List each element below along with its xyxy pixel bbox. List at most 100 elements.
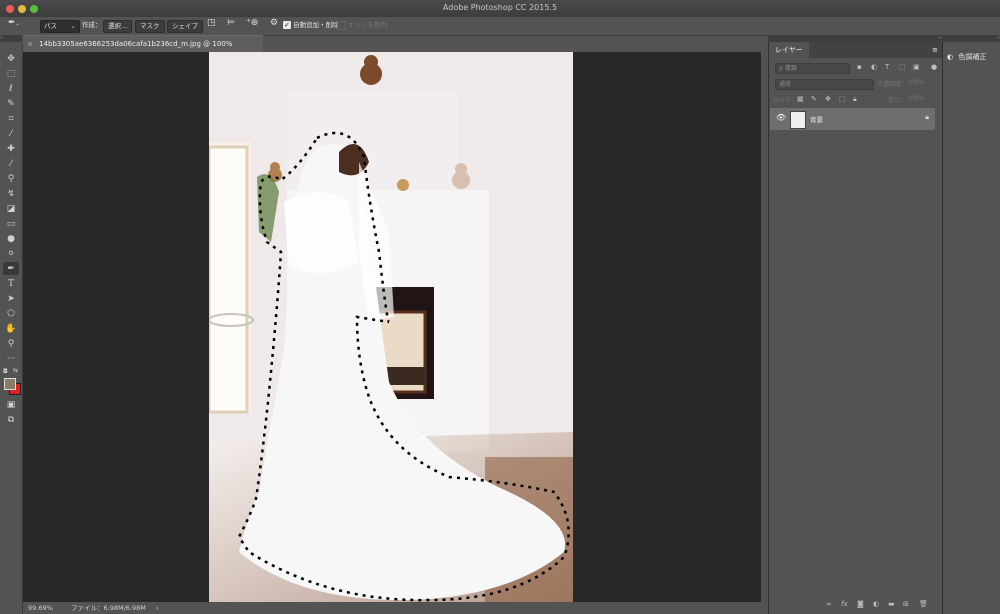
tools-panel: ✥ ⬚ ℓ ✎ ⌗ ⁄ ✚ ⁄ ⚲ ↯ ◪ ▭ ● ⚪ ✒ T ➤ ⬠ ✋ ⚲ …: [0, 44, 23, 614]
gradient-tool-icon[interactable]: ▭: [3, 217, 19, 230]
shape-tool-icon[interactable]: ⬠: [3, 307, 19, 320]
new-group-icon[interactable]: ▬: [888, 600, 895, 608]
layer-thumbnail: [790, 111, 806, 129]
zoom-level[interactable]: 99.69%: [28, 602, 53, 614]
shape-filter-icon[interactable]: ⬚: [899, 63, 906, 71]
type-filter-icon[interactable]: T: [885, 63, 889, 71]
pixel-filter-icon[interactable]: ▪: [857, 63, 862, 71]
auto-add-delete-label: 自動追加・削除: [293, 21, 339, 29]
blur-tool-icon[interactable]: ●: [3, 232, 19, 245]
panel-collapse-strip[interactable]: «: [768, 35, 941, 42]
path-operations-icon[interactable]: ◳: [207, 18, 216, 29]
pen-tool-preset-icon[interactable]: ✒⌄: [8, 18, 20, 29]
adjustment-filter-icon[interactable]: ◐: [871, 63, 877, 71]
auto-add-delete-checkbox[interactable]: ✓ 自動追加・削除: [283, 20, 339, 31]
layer-filter-row: ρ 種類 ▪ ◐ T ⬚ ▣ ●: [773, 63, 938, 74]
make-shape-button[interactable]: シェイプ: [167, 20, 203, 33]
marquee-tool-icon[interactable]: ⬚: [3, 67, 19, 80]
new-layer-icon[interactable]: ⊞: [903, 600, 909, 608]
toolbar-collapse-strip[interactable]: »: [0, 35, 22, 42]
adjustments-label: 色調補正: [958, 53, 987, 61]
trash-icon[interactable]: 🗑︎: [919, 600, 928, 608]
dodge-tool-icon[interactable]: ⚪: [3, 247, 19, 260]
opacity-value[interactable]: 100%: [907, 79, 924, 86]
history-brush-tool-icon[interactable]: ↯: [3, 187, 19, 200]
lock-image-icon[interactable]: ✎: [811, 95, 817, 103]
align-edges-checkbox[interactable]: エッジを整列: [337, 20, 387, 31]
path-selection-tool-icon[interactable]: ➤: [3, 292, 19, 305]
lock-fill-row: ロック： ▦ ✎ ✥ ⬚ 🔒︎ 塗り： 100%: [773, 95, 938, 106]
layers-footer: ∞ fx ◙ ◐ ▬ ⊞ 🗑︎: [769, 600, 942, 612]
clone-stamp-tool-icon[interactable]: ⚲: [3, 172, 19, 185]
blend-mode-select[interactable]: 通常: [775, 79, 874, 90]
more-tools-icon[interactable]: ···: [3, 352, 19, 365]
eye-icon[interactable]: 👁︎: [776, 113, 786, 122]
healing-brush-tool-icon[interactable]: ✚: [3, 142, 19, 155]
layers-panel: レイヤー ≡ ρ 種類 ▪ ◐ T ⬚ ▣ ● 通常 不透明度： 100% ロッ…: [768, 42, 942, 614]
gear-icon[interactable]: ⚙: [270, 18, 278, 29]
lock-position-icon[interactable]: ✥: [825, 95, 831, 103]
path-alignment-icon[interactable]: ⊨: [227, 18, 235, 29]
swap-colors-icon[interactable]: ⇆: [13, 367, 18, 374]
foreground-color-swatch[interactable]: [4, 378, 16, 390]
make-selection-button[interactable]: 選択...: [103, 20, 133, 33]
add-mask-icon[interactable]: ◙: [857, 600, 864, 608]
close-tab-icon[interactable]: ×: [27, 40, 33, 48]
link-layers-icon[interactable]: ∞: [826, 600, 832, 608]
fill-value[interactable]: 100%: [907, 95, 924, 102]
lasso-tool-icon[interactable]: ℓ: [3, 82, 19, 95]
panel2-collapse-strip[interactable]: «: [942, 35, 1000, 42]
adjustments-panel: ◐ 色調補正: [942, 42, 1000, 614]
layer-name: 背景: [810, 116, 823, 124]
layer-filter-value: ρ 種類: [779, 65, 797, 72]
lock-artboard-icon[interactable]: ⬚: [839, 95, 846, 103]
title-bar: Adobe Photoshop CC 2015.5: [0, 0, 1000, 18]
eraser-tool-icon[interactable]: ◪: [3, 202, 19, 215]
pen-mode-select[interactable]: パス ⌄: [40, 20, 80, 33]
lock-label: ロック：: [773, 97, 798, 104]
adjustments-panel-button[interactable]: ◐ 色調補正: [947, 52, 986, 62]
lock-all-icon[interactable]: 🔒︎: [853, 95, 857, 104]
adjustments-icon: ◐: [947, 53, 954, 61]
layer-row[interactable]: 👁︎ 背景 🔒︎: [770, 108, 935, 130]
quick-selection-tool-icon[interactable]: ✎: [3, 97, 19, 110]
hand-tool-icon[interactable]: ✋: [3, 322, 19, 335]
chevron-down-icon: ⌄: [70, 22, 76, 30]
eyedropper-tool-icon[interactable]: ⁄: [3, 127, 19, 140]
quick-mask-icon[interactable]: ▣: [3, 398, 19, 411]
photo-illustration: [209, 52, 573, 602]
layers-tab[interactable]: レイヤー: [769, 42, 809, 58]
layer-lock-icon: 🔒︎: [925, 113, 929, 121]
align-edges-label: エッジを整列: [348, 21, 388, 29]
layer-style-icon[interactable]: fx: [841, 600, 848, 608]
options-bar: ✒⌄ パス ⌄ 作成： 選択... マスク シェイプ ◳ ⊨ ⁺⊛ ⚙ ✓ 自動…: [0, 17, 1000, 36]
crop-tool-icon[interactable]: ⌗: [3, 112, 19, 125]
default-colors-icon[interactable]: ◘: [3, 368, 8, 375]
make-mask-button[interactable]: マスク: [135, 20, 165, 33]
checkbox-checked-icon: ✓: [283, 21, 291, 29]
bride-photo: [209, 52, 573, 602]
type-tool-icon[interactable]: T: [3, 277, 19, 290]
blend-opacity-row: 通常 不透明度： 100%: [773, 79, 938, 90]
file-size-info: ファイル：6.98M/6.98M: [71, 604, 146, 612]
new-adjustment-layer-icon[interactable]: ◐: [873, 600, 879, 608]
panel-menu-icon[interactable]: ≡: [932, 42, 938, 58]
brush-tool-icon[interactable]: ⁄: [3, 157, 19, 170]
smart-object-filter-icon[interactable]: ▣: [913, 63, 920, 71]
path-arrangement-icon[interactable]: ⁺⊛: [246, 18, 258, 29]
make-label: 作成：: [82, 21, 102, 29]
layers-panel-tabs: レイヤー ≡: [769, 42, 942, 58]
document-canvas[interactable]: [23, 52, 761, 602]
zoom-tool-icon[interactable]: ⚲: [3, 337, 19, 350]
status-menu-arrow-icon[interactable]: ›: [156, 602, 159, 614]
layer-filter-select[interactable]: ρ 種類: [775, 63, 850, 74]
filter-toggle-icon[interactable]: ●: [931, 63, 937, 71]
screen-mode-icon[interactable]: ⧉: [3, 413, 19, 426]
status-bar: 99.69% ファイル：6.98M/6.98M ›: [23, 602, 768, 614]
lock-transparent-icon[interactable]: ▦: [797, 95, 804, 103]
pen-tool-icon[interactable]: ✒: [3, 262, 19, 275]
document-tab[interactable]: × 14bb3305ae6366253da06cafa1b236cd_m.jpg…: [23, 35, 263, 65]
fill-label: 塗り：: [888, 97, 907, 104]
move-tool-icon[interactable]: ✥: [3, 52, 19, 65]
checkbox-unchecked-icon: [337, 20, 346, 30]
